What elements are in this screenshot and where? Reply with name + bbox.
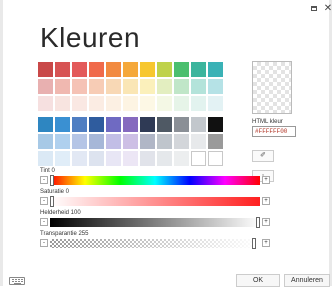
color-swatch[interactable] <box>55 79 70 94</box>
color-swatch[interactable] <box>208 79 223 94</box>
color-swatch[interactable] <box>174 62 189 77</box>
eyedropper-icon: ✐ <box>260 152 266 159</box>
color-swatch[interactable] <box>140 151 155 166</box>
color-swatch[interactable] <box>106 96 121 111</box>
color-swatch[interactable] <box>191 151 206 166</box>
keyboard-icon[interactable] <box>9 277 25 285</box>
transparency-slider[interactable] <box>50 238 260 249</box>
color-swatch[interactable] <box>208 96 223 111</box>
dialog-title: Kleuren <box>40 22 141 53</box>
color-swatch[interactable] <box>123 96 138 111</box>
color-swatch[interactable] <box>174 96 189 111</box>
brightness-slider-thumb[interactable] <box>256 217 260 228</box>
brightness-minus-button[interactable]: - <box>40 218 48 226</box>
color-swatch[interactable] <box>191 62 206 77</box>
color-swatch[interactable] <box>191 117 206 132</box>
color-swatch[interactable] <box>106 117 121 132</box>
color-swatch[interactable] <box>38 62 53 77</box>
saturation-slider-thumb[interactable] <box>50 196 54 207</box>
window-border-left <box>0 0 3 286</box>
hue-slider[interactable] <box>50 175 260 186</box>
color-swatch[interactable] <box>89 151 104 166</box>
transparency-plus-button[interactable]: + <box>262 239 270 247</box>
color-swatch[interactable] <box>55 134 70 149</box>
color-swatch[interactable] <box>55 117 70 132</box>
color-swatch[interactable] <box>191 134 206 149</box>
color-swatch[interactable] <box>55 96 70 111</box>
color-swatch[interactable] <box>123 62 138 77</box>
html-color-input[interactable] <box>252 126 296 137</box>
transparency-minus-button[interactable]: - <box>40 239 48 247</box>
color-swatch[interactable] <box>38 96 53 111</box>
saturation-plus-button[interactable]: + <box>262 197 270 205</box>
color-swatch[interactable] <box>208 117 223 132</box>
color-swatch[interactable] <box>55 62 70 77</box>
brightness-plus-button[interactable]: + <box>262 218 270 226</box>
color-swatch[interactable] <box>106 62 121 77</box>
transparency-label: Transparantie 255 <box>40 231 89 237</box>
color-swatch[interactable] <box>157 79 172 94</box>
color-swatch[interactable] <box>140 117 155 132</box>
color-swatch[interactable] <box>208 151 223 166</box>
color-swatch[interactable] <box>72 134 87 149</box>
color-swatch[interactable] <box>157 134 172 149</box>
color-swatch[interactable] <box>89 134 104 149</box>
color-swatch[interactable] <box>72 62 87 77</box>
brightness-label: Helderheid 100 <box>40 210 81 216</box>
color-swatch[interactable] <box>72 151 87 166</box>
hue-label: Tint 0 <box>40 168 55 174</box>
color-swatch[interactable] <box>123 117 138 132</box>
color-swatch[interactable] <box>89 96 104 111</box>
color-swatch[interactable] <box>123 151 138 166</box>
color-swatch[interactable] <box>55 151 70 166</box>
color-swatch[interactable] <box>89 79 104 94</box>
color-swatch[interactable] <box>208 62 223 77</box>
color-swatch[interactable] <box>72 79 87 94</box>
ok-button[interactable]: OK <box>236 274 280 287</box>
color-swatch[interactable] <box>174 134 189 149</box>
close-icon[interactable]: ✕ <box>322 3 332 15</box>
color-swatch[interactable] <box>174 151 189 166</box>
color-swatch[interactable] <box>72 117 87 132</box>
color-swatch[interactable] <box>89 117 104 132</box>
color-swatch[interactable] <box>191 79 206 94</box>
saturation-label: Saturatie 0 <box>40 189 70 195</box>
color-swatch[interactable] <box>140 62 155 77</box>
color-swatch[interactable] <box>38 134 53 149</box>
color-swatch[interactable] <box>140 96 155 111</box>
cancel-button[interactable]: Annuleren <box>284 274 330 287</box>
color-swatch[interactable] <box>174 117 189 132</box>
brightness-slider[interactable] <box>50 217 260 228</box>
color-swatch[interactable] <box>157 62 172 77</box>
color-swatch[interactable] <box>123 134 138 149</box>
color-swatch[interactable] <box>174 79 189 94</box>
color-swatch[interactable] <box>157 96 172 111</box>
eyedropper-button[interactable]: ✐ <box>252 150 274 162</box>
color-swatch[interactable] <box>157 151 172 166</box>
color-swatch[interactable] <box>38 79 53 94</box>
color-swatch[interactable] <box>140 79 155 94</box>
color-swatch[interactable] <box>106 79 121 94</box>
html-color-label: HTML kleur <box>252 119 283 125</box>
color-swatch[interactable] <box>191 96 206 111</box>
color-swatch[interactable] <box>140 134 155 149</box>
color-swatch[interactable] <box>208 134 223 149</box>
color-swatch[interactable] <box>38 117 53 132</box>
restore-icon[interactable] <box>308 3 320 15</box>
hue-minus-button[interactable]: - <box>40 176 48 184</box>
color-swatch[interactable] <box>106 134 121 149</box>
hue-plus-button[interactable]: + <box>262 176 270 184</box>
color-swatch[interactable] <box>123 79 138 94</box>
color-preview <box>252 61 292 114</box>
saturation-slider[interactable] <box>50 196 260 207</box>
color-swatch[interactable] <box>72 96 87 111</box>
color-swatch[interactable] <box>157 117 172 132</box>
saturation-minus-button[interactable]: - <box>40 197 48 205</box>
transparency-slider-thumb[interactable] <box>251 238 256 249</box>
color-swatch[interactable] <box>89 62 104 77</box>
hue-slider-thumb[interactable] <box>50 175 54 186</box>
color-swatch[interactable] <box>38 151 53 166</box>
color-swatch[interactable] <box>106 151 121 166</box>
